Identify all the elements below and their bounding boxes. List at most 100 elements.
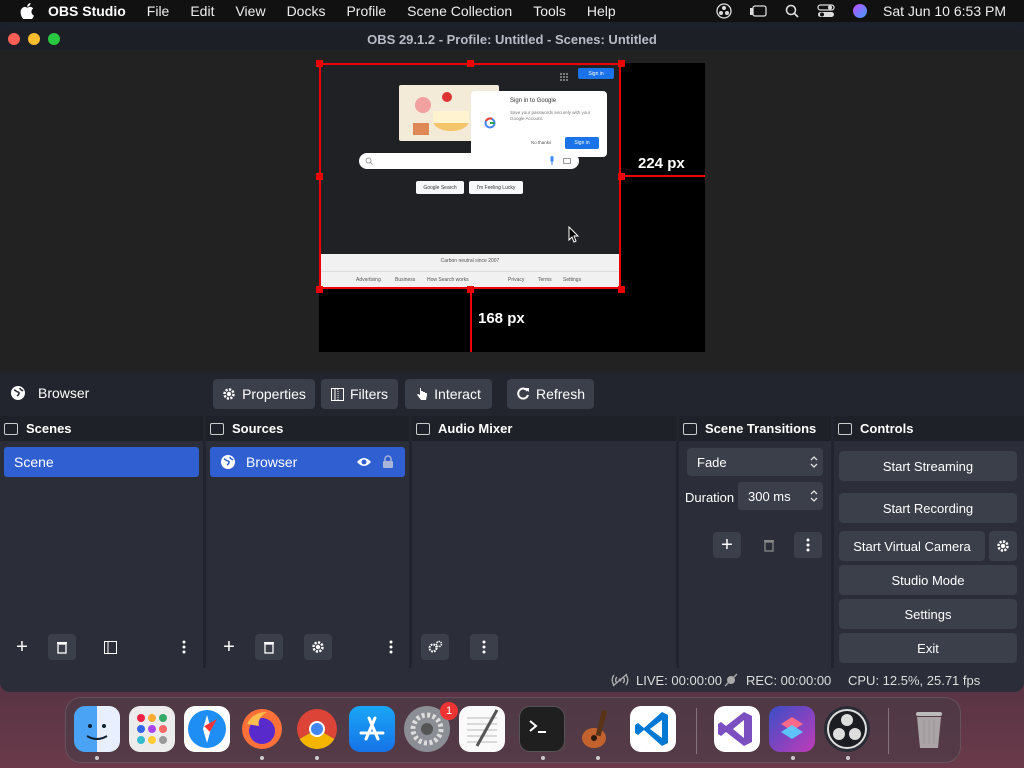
duration-label: Duration <box>685 490 735 505</box>
textedit-icon[interactable] <box>459 706 505 752</box>
interact-label: Interact <box>434 386 481 402</box>
source-item[interactable]: Browser <box>210 447 405 477</box>
search-icon[interactable] <box>783 4 801 18</box>
resize-handle-br[interactable] <box>618 286 625 293</box>
app-name-menu[interactable]: OBS Studio <box>48 3 126 19</box>
transition-type-select[interactable]: Fade <box>687 448 823 476</box>
close-window-button[interactable] <box>8 33 20 45</box>
live-timer: LIVE: 00:00:00 <box>636 672 723 688</box>
dock-float-icon[interactable] <box>416 422 430 435</box>
filter-icon <box>330 387 344 401</box>
menu-tools[interactable]: Tools <box>533 3 566 19</box>
obs-status-icon[interactable] <box>715 3 733 19</box>
duration-spinbox[interactable]: 300 ms <box>738 482 823 510</box>
scene-item[interactable]: Scene <box>4 447 199 477</box>
app-store-icon[interactable] <box>349 706 395 752</box>
start-recording-button[interactable]: Start Recording <box>839 493 1017 523</box>
advanced-audio-button[interactable] <box>421 634 449 660</box>
trash-icon <box>57 642 67 654</box>
obs-running-dot <box>846 756 850 760</box>
scenes-more-button[interactable] <box>170 634 198 660</box>
resize-handle-l[interactable] <box>316 173 323 180</box>
resize-handle-bl[interactable] <box>316 286 323 293</box>
add-source-button[interactable]: + <box>215 634 243 660</box>
interact-button[interactable]: Interact <box>405 379 492 409</box>
preview-canvas[interactable]: Sign in Sign in to Google Save your pass… <box>316 60 705 352</box>
lock-icon[interactable] <box>382 455 394 469</box>
updown-chevron-icon <box>810 456 818 468</box>
dock-float-icon[interactable] <box>4 422 18 435</box>
exit-button[interactable]: Exit <box>839 633 1017 663</box>
scene-transitions-header[interactable]: Scene Transitions <box>679 416 831 441</box>
shortcuts-icon[interactable] <box>769 706 815 752</box>
resize-handle-t[interactable] <box>467 60 474 67</box>
minimize-window-button[interactable] <box>28 33 40 45</box>
terminal-icon[interactable] <box>519 706 565 752</box>
visual-studio-icon[interactable] <box>714 706 760 752</box>
sources-title: Sources <box>232 421 284 436</box>
remove-transition-button[interactable] <box>755 532 783 558</box>
menubar-clock[interactable]: Sat Jun 10 6:53 PM <box>883 3 1006 19</box>
preview-area[interactable]: Sign in Sign in to Google Save your pass… <box>0 50 1024 390</box>
zoom-window-button[interactable] <box>48 33 60 45</box>
menu-profile[interactable]: Profile <box>346 3 386 19</box>
menu-help[interactable]: Help <box>587 3 616 19</box>
eye-icon[interactable] <box>356 456 372 468</box>
trash-icon[interactable] <box>906 706 952 752</box>
audio-mixer-more-button[interactable] <box>470 634 498 660</box>
dock-float-icon[interactable] <box>683 422 697 435</box>
add-scene-button[interactable]: + <box>8 634 36 660</box>
filters-button[interactable]: Filters <box>321 379 398 409</box>
finder-icon[interactable] <box>74 706 120 752</box>
dock-float-icon[interactable] <box>838 422 852 435</box>
firefox-icon[interactable] <box>239 706 285 752</box>
obs-icon[interactable] <box>824 706 870 752</box>
globe-icon <box>221 455 235 469</box>
launchpad-icon[interactable] <box>129 706 175 752</box>
remove-source-button[interactable] <box>255 634 283 660</box>
more-vertical-icon <box>482 640 486 654</box>
scenes-dock-header[interactable]: Scenes <box>0 416 203 441</box>
properties-button[interactable]: Properties <box>213 379 315 409</box>
source-selection-box[interactable] <box>319 63 621 289</box>
vscode-icon[interactable] <box>630 706 676 752</box>
audio-mixer-header[interactable]: Audio Mixer <box>412 416 676 441</box>
siri-icon[interactable] <box>851 4 869 18</box>
sources-dock-header[interactable]: Sources <box>206 416 409 441</box>
garageband-icon[interactable] <box>574 706 620 752</box>
controls-title: Controls <box>860 421 914 436</box>
safari-icon[interactable] <box>184 706 230 752</box>
audio-mixer-dock: Audio Mixer <box>412 416 676 668</box>
add-transition-button[interactable]: + <box>713 532 741 558</box>
refresh-button[interactable]: Refresh <box>507 379 594 409</box>
transition-properties-button[interactable] <box>794 532 822 558</box>
menu-scene-collection[interactable]: Scene Collection <box>407 3 512 19</box>
selected-source: Browser <box>10 385 89 401</box>
source-properties-button[interactable] <box>304 634 332 660</box>
menu-view[interactable]: View <box>235 3 265 19</box>
dock-float-icon[interactable] <box>210 422 224 435</box>
sources-more-button[interactable] <box>377 634 405 660</box>
apple-icon[interactable] <box>20 3 34 19</box>
transition-type-value: Fade <box>697 454 727 470</box>
chrome-icon[interactable] <box>294 706 340 752</box>
updown-chevron-icon[interactable] <box>809 488 819 504</box>
stage-manager-icon[interactable] <box>749 4 767 18</box>
controls-header[interactable]: Controls <box>834 416 1024 441</box>
sources-dock: Sources Browser + <box>206 416 409 668</box>
resize-handle-tr[interactable] <box>618 60 625 67</box>
selected-source-name: Browser <box>38 385 90 401</box>
start-virtual-camera-button[interactable]: Start Virtual Camera <box>839 531 985 561</box>
menu-file[interactable]: File <box>147 3 170 19</box>
virtual-camera-settings-button[interactable] <box>989 531 1017 561</box>
settings-button[interactable]: Settings <box>839 599 1017 629</box>
resize-handle-tl[interactable] <box>316 60 323 67</box>
scene-filters-button[interactable] <box>96 634 124 660</box>
control-center-icon[interactable] <box>817 4 835 18</box>
remove-scene-button[interactable] <box>48 634 76 660</box>
menu-edit[interactable]: Edit <box>190 3 214 19</box>
menu-docks[interactable]: Docks <box>287 3 326 19</box>
studio-mode-button[interactable]: Studio Mode <box>839 565 1017 595</box>
start-streaming-button[interactable]: Start Streaming <box>839 451 1017 481</box>
audio-mixer-title: Audio Mixer <box>438 421 513 436</box>
